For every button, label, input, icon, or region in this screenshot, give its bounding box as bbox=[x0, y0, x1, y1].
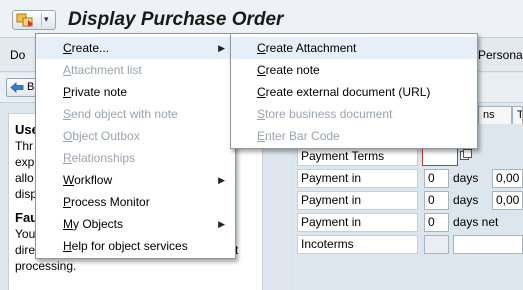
menu-item-label: rocess Monitor bbox=[71, 195, 150, 209]
menu-item-store-business-document: Store business document bbox=[231, 103, 477, 125]
mnemonic: M bbox=[63, 217, 73, 231]
mnemonic: E bbox=[257, 129, 266, 143]
menu-item-label: reate external document (URL) bbox=[265, 85, 431, 99]
menu-item-label: reate note bbox=[265, 63, 320, 77]
menu-item-label: elationships bbox=[71, 151, 136, 165]
mnemonic: C bbox=[257, 63, 266, 77]
details-icon[interactable] bbox=[460, 149, 472, 161]
payment-in-days-field[interactable]: 0 bbox=[424, 213, 449, 232]
payment-in-label: Payment in bbox=[297, 213, 418, 232]
menu-item-label: elp for object services bbox=[71, 239, 188, 253]
help-line: processing. bbox=[15, 259, 77, 273]
menu-item-private-note[interactable]: Private note bbox=[36, 81, 235, 103]
menu-item-label: tore business document bbox=[265, 107, 393, 121]
back-button[interactable]: Ba bbox=[6, 78, 40, 97]
mnemonic: P bbox=[63, 85, 72, 99]
menu-item-object-outbox: Object Outbox bbox=[36, 125, 235, 147]
menu-item-my-objects[interactable]: My Objects ▶ bbox=[36, 213, 235, 235]
mnemonic: A bbox=[63, 63, 72, 77]
menu-item-label: nter Bar Code bbox=[265, 129, 340, 143]
mnemonic: O bbox=[63, 129, 73, 143]
menu-item-label: reate Attachment bbox=[265, 41, 357, 55]
incoterms-location-field[interactable] bbox=[453, 235, 523, 254]
services-for-object-menu: Create... ▶ Attachment list Private note… bbox=[35, 33, 236, 259]
create-submenu: Create Attachment Create note Create ext… bbox=[230, 33, 478, 149]
services-for-object-button[interactable]: ▾ bbox=[12, 10, 56, 30]
menu-item-label: orkflow bbox=[74, 173, 113, 187]
menu-item-send-object-with-note: Send object with note bbox=[36, 103, 235, 125]
tab-texts[interactable]: T bbox=[512, 106, 523, 124]
mnemonic: R bbox=[63, 151, 72, 165]
discount-percent-field[interactable]: 0,00 bbox=[492, 191, 523, 210]
payment-terms-label: Payment Terms bbox=[297, 147, 418, 166]
menu-item-create-note[interactable]: Create note bbox=[231, 59, 477, 81]
menu-item-create-attachment[interactable]: Create Attachment bbox=[231, 37, 477, 59]
submenu-arrow-icon: ▶ bbox=[218, 175, 225, 185]
toolbar-item-document[interactable]: Do bbox=[10, 48, 25, 62]
mnemonic: C bbox=[257, 85, 266, 99]
tab-conditions[interactable]: ns bbox=[478, 106, 512, 124]
button-separator bbox=[41, 13, 42, 27]
menu-item-attachment-list: Attachment list bbox=[36, 59, 235, 81]
mnemonic: C bbox=[63, 41, 72, 55]
menu-item-label: reate... bbox=[71, 41, 110, 55]
menu-item-workflow[interactable]: Workflow ▶ bbox=[36, 169, 235, 191]
incoterms-label: Incoterms bbox=[297, 235, 418, 254]
submenu-arrow-icon: ▶ bbox=[218, 219, 225, 229]
mnemonic: C bbox=[257, 41, 266, 55]
mnemonic: H bbox=[63, 239, 72, 253]
days-unit: days bbox=[453, 171, 479, 185]
mnemonic: W bbox=[63, 173, 75, 187]
menu-item-process-monitor[interactable]: Process Monitor bbox=[36, 191, 235, 213]
discount-percent-field[interactable]: 0,00 bbox=[492, 169, 523, 188]
payment-in-label: Payment in bbox=[297, 191, 418, 210]
payment-in-days-field[interactable]: 0 bbox=[424, 169, 449, 188]
menu-item-create[interactable]: Create... ▶ bbox=[36, 37, 235, 59]
days-unit: days bbox=[453, 193, 479, 207]
toolbar-item-personal[interactable]: Personal bbox=[478, 48, 523, 62]
back-arrow-icon bbox=[10, 82, 24, 93]
menu-item-enter-bar-code: Enter Bar Code bbox=[231, 125, 477, 147]
menu-item-label: bject Outbox bbox=[72, 129, 140, 143]
menu-item-label: ttachment list bbox=[71, 63, 142, 77]
menu-item-label: end object with note bbox=[71, 107, 178, 121]
menu-item-help-for-object-services[interactable]: Help for object services bbox=[36, 235, 235, 257]
mnemonic: S bbox=[63, 107, 72, 121]
mnemonic: S bbox=[257, 107, 266, 121]
mnemonic: P bbox=[63, 195, 72, 209]
menu-item-label: rivate note bbox=[71, 85, 128, 99]
menu-item-create-external-document[interactable]: Create external document (URL) bbox=[231, 81, 477, 103]
services-for-object-icon bbox=[16, 13, 33, 27]
page-title: Display Purchase Order bbox=[68, 9, 284, 30]
menu-item-relationships: Relationships bbox=[36, 147, 235, 169]
incoterms-field[interactable] bbox=[424, 235, 449, 254]
chevron-down-icon[interactable]: ▾ bbox=[44, 14, 49, 25]
days-net-unit: days net bbox=[453, 215, 499, 229]
submenu-arrow-icon: ▶ bbox=[218, 43, 225, 53]
payment-terms-field[interactable] bbox=[422, 147, 458, 166]
payment-in-days-field[interactable]: 0 bbox=[424, 191, 449, 210]
payment-in-label: Payment in bbox=[297, 169, 418, 188]
menu-item-label: y Objects bbox=[73, 217, 124, 231]
